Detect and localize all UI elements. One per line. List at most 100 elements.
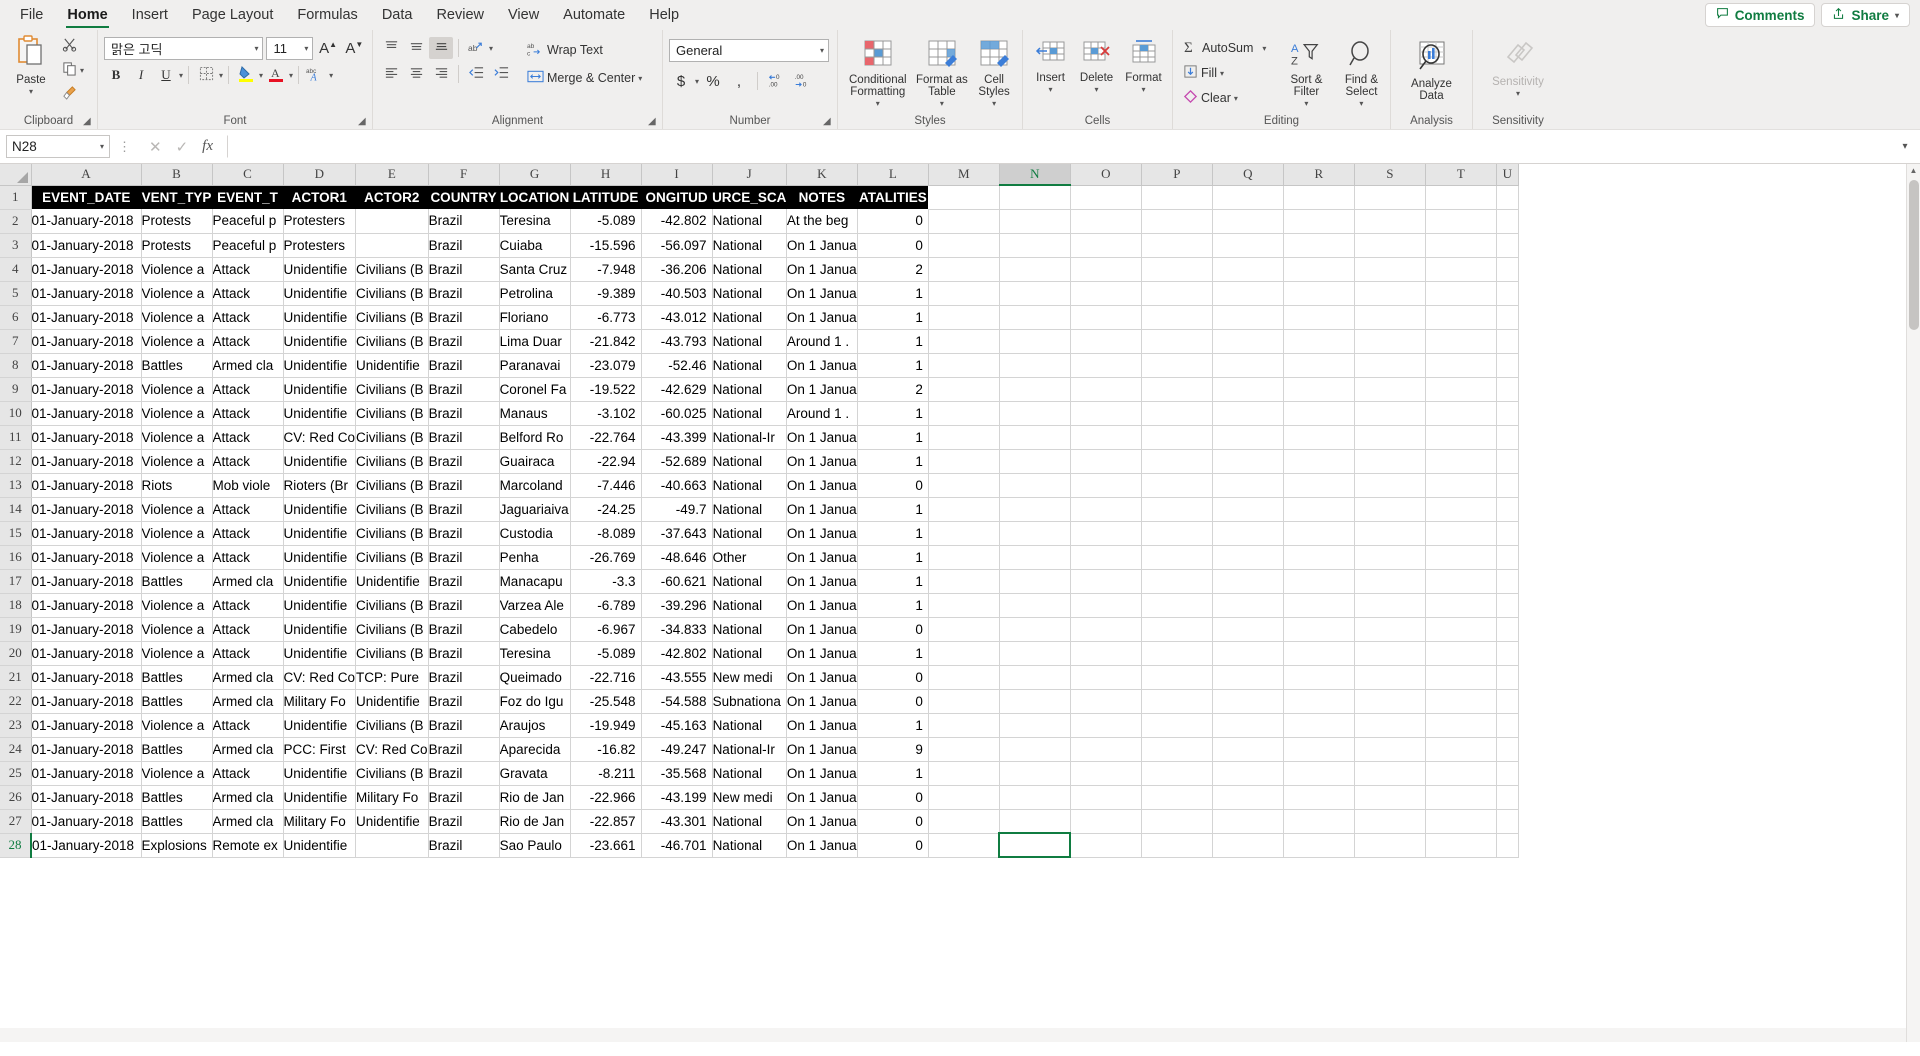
conditional-formatting-button[interactable]: Conditional Formatting ▾	[844, 37, 912, 110]
cell-b10[interactable]: Violence a	[141, 401, 213, 426]
cell-t10[interactable]	[1425, 401, 1497, 426]
cell-t15[interactable]	[1425, 521, 1497, 546]
cell-p26[interactable]	[1141, 785, 1213, 810]
cell-h21[interactable]: -22.716	[570, 665, 642, 690]
row-header-14[interactable]: 14	[0, 497, 32, 522]
cell-f6[interactable]: Brazil	[428, 305, 500, 330]
cell-h23[interactable]: -19.949	[570, 713, 642, 738]
cell-o10[interactable]	[1070, 401, 1142, 426]
cell-k25[interactable]: On 1 Janua	[786, 761, 858, 786]
delete-cells-button[interactable]: Delete ▾	[1074, 37, 1119, 96]
cell-i20[interactable]: -42.802	[641, 641, 713, 666]
cell-d4[interactable]: Unidentifie	[283, 257, 357, 282]
cell-g27[interactable]: Rio de Jan	[499, 809, 571, 834]
cell-t12[interactable]	[1425, 449, 1497, 474]
cell-g19[interactable]: Cabedelo	[499, 617, 571, 642]
cell-a11[interactable]: 01-January-2018	[31, 425, 142, 450]
cell-s7[interactable]	[1354, 329, 1426, 354]
column-header-q[interactable]: Q	[1212, 164, 1284, 186]
cell-s4[interactable]	[1354, 257, 1426, 282]
cell-a5[interactable]: 01-January-2018	[31, 281, 142, 306]
cell-r12[interactable]	[1283, 449, 1355, 474]
cell-g18[interactable]: Varzea Ale	[499, 593, 571, 618]
cell-b9[interactable]: Violence a	[141, 377, 213, 402]
chevron-down-icon[interactable]: ▾	[820, 46, 824, 55]
cell-c3[interactable]: Peaceful p	[212, 233, 284, 258]
cell-a13[interactable]: 01-January-2018	[31, 473, 142, 498]
menu-item-home[interactable]: Home	[55, 0, 119, 30]
sensitivity-button[interactable]: Sensitivity ▾	[1485, 39, 1551, 100]
cell-c2[interactable]: Peaceful p	[212, 209, 284, 234]
formula-bar-handle[interactable]: ⋮	[114, 139, 135, 155]
cell-l11[interactable]: 1	[857, 425, 929, 450]
cell-p9[interactable]	[1141, 377, 1213, 402]
cell-t4[interactable]	[1425, 257, 1497, 282]
cell-c22[interactable]: Armed cla	[212, 689, 284, 714]
cell-i21[interactable]: -43.555	[641, 665, 713, 690]
cell-h8[interactable]: -23.079	[570, 353, 642, 378]
cell-u19[interactable]	[1496, 617, 1519, 642]
cell-a3[interactable]: 01-January-2018	[31, 233, 142, 258]
header-cell-l1[interactable]: ATALITIES	[857, 185, 929, 209]
cell-i14[interactable]: -49.7	[641, 497, 713, 522]
cell-g21[interactable]: Queimado	[499, 665, 571, 690]
cell-r28[interactable]	[1283, 833, 1355, 858]
row-header-21[interactable]: 21	[0, 665, 32, 690]
column-header-t[interactable]: T	[1425, 164, 1497, 186]
cell-n20[interactable]	[999, 641, 1071, 666]
chevron-down-icon[interactable]: ▾	[638, 74, 642, 83]
cell-u22[interactable]	[1496, 689, 1519, 714]
cell-i13[interactable]: -40.663	[641, 473, 713, 498]
cell-q13[interactable]	[1212, 473, 1284, 498]
cell-c20[interactable]: Attack	[212, 641, 284, 666]
cell-h6[interactable]: -6.773	[570, 305, 642, 330]
cell-i25[interactable]: -35.568	[641, 761, 713, 786]
cell-i7[interactable]: -43.793	[641, 329, 713, 354]
cell-j15[interactable]: National	[712, 521, 787, 546]
cell-g26[interactable]: Rio de Jan	[499, 785, 571, 810]
cell-i5[interactable]: -40.503	[641, 281, 713, 306]
cell-q3[interactable]	[1212, 233, 1284, 258]
cell-g25[interactable]: Gravata	[499, 761, 571, 786]
column-header-h[interactable]: H	[570, 164, 642, 186]
cell-j3[interactable]: National	[712, 233, 787, 258]
chevron-down-icon[interactable]: ▾	[876, 98, 880, 110]
cell-h28[interactable]: -23.661	[570, 833, 642, 858]
cell-f19[interactable]: Brazil	[428, 617, 500, 642]
cell-m22[interactable]	[928, 689, 1000, 714]
cell-q15[interactable]	[1212, 521, 1284, 546]
cell-f16[interactable]: Brazil	[428, 545, 500, 570]
cell-m5[interactable]	[928, 281, 1000, 306]
chevron-down-icon[interactable]: ▾	[254, 44, 258, 53]
cell-g15[interactable]: Custodia	[499, 521, 571, 546]
cell-q1[interactable]	[1212, 185, 1284, 210]
cell-q24[interactable]	[1212, 737, 1284, 762]
cell-a16[interactable]: 01-January-2018	[31, 545, 142, 570]
row-header-6[interactable]: 6	[0, 305, 32, 330]
chevron-down-icon[interactable]: ▾	[1895, 11, 1899, 20]
chevron-down-icon[interactable]: ▾	[1516, 88, 1520, 100]
cell-b5[interactable]: Violence a	[141, 281, 213, 306]
cell-j2[interactable]: National	[712, 209, 787, 234]
row-header-17[interactable]: 17	[0, 569, 32, 594]
cell-b14[interactable]: Violence a	[141, 497, 213, 522]
cell-d22[interactable]: Military Fo	[283, 689, 357, 714]
cell-l10[interactable]: 1	[857, 401, 929, 426]
cell-n8[interactable]	[999, 353, 1071, 378]
fill-button[interactable]: Fill ▾	[1179, 62, 1270, 84]
header-cell-b1[interactable]: VENT_TYP	[141, 185, 212, 209]
cell-i12[interactable]: -52.689	[641, 449, 713, 474]
cell-u15[interactable]	[1496, 521, 1519, 546]
shrink-font-button[interactable]: A▼	[343, 38, 366, 60]
cell-d2[interactable]: Protesters	[283, 209, 357, 234]
cell-e8[interactable]: Unidentifie	[355, 353, 429, 378]
cell-q5[interactable]	[1212, 281, 1284, 306]
row-header-22[interactable]: 22	[0, 689, 32, 714]
cell-q14[interactable]	[1212, 497, 1284, 522]
cell-c12[interactable]: Attack	[212, 449, 284, 474]
phonetic-guide-button[interactable]: abc A	[304, 64, 328, 86]
cell-u26[interactable]	[1496, 785, 1519, 810]
percent-format-button[interactable]: %	[701, 70, 725, 92]
cell-t23[interactable]	[1425, 713, 1497, 738]
cell-p14[interactable]	[1141, 497, 1213, 522]
